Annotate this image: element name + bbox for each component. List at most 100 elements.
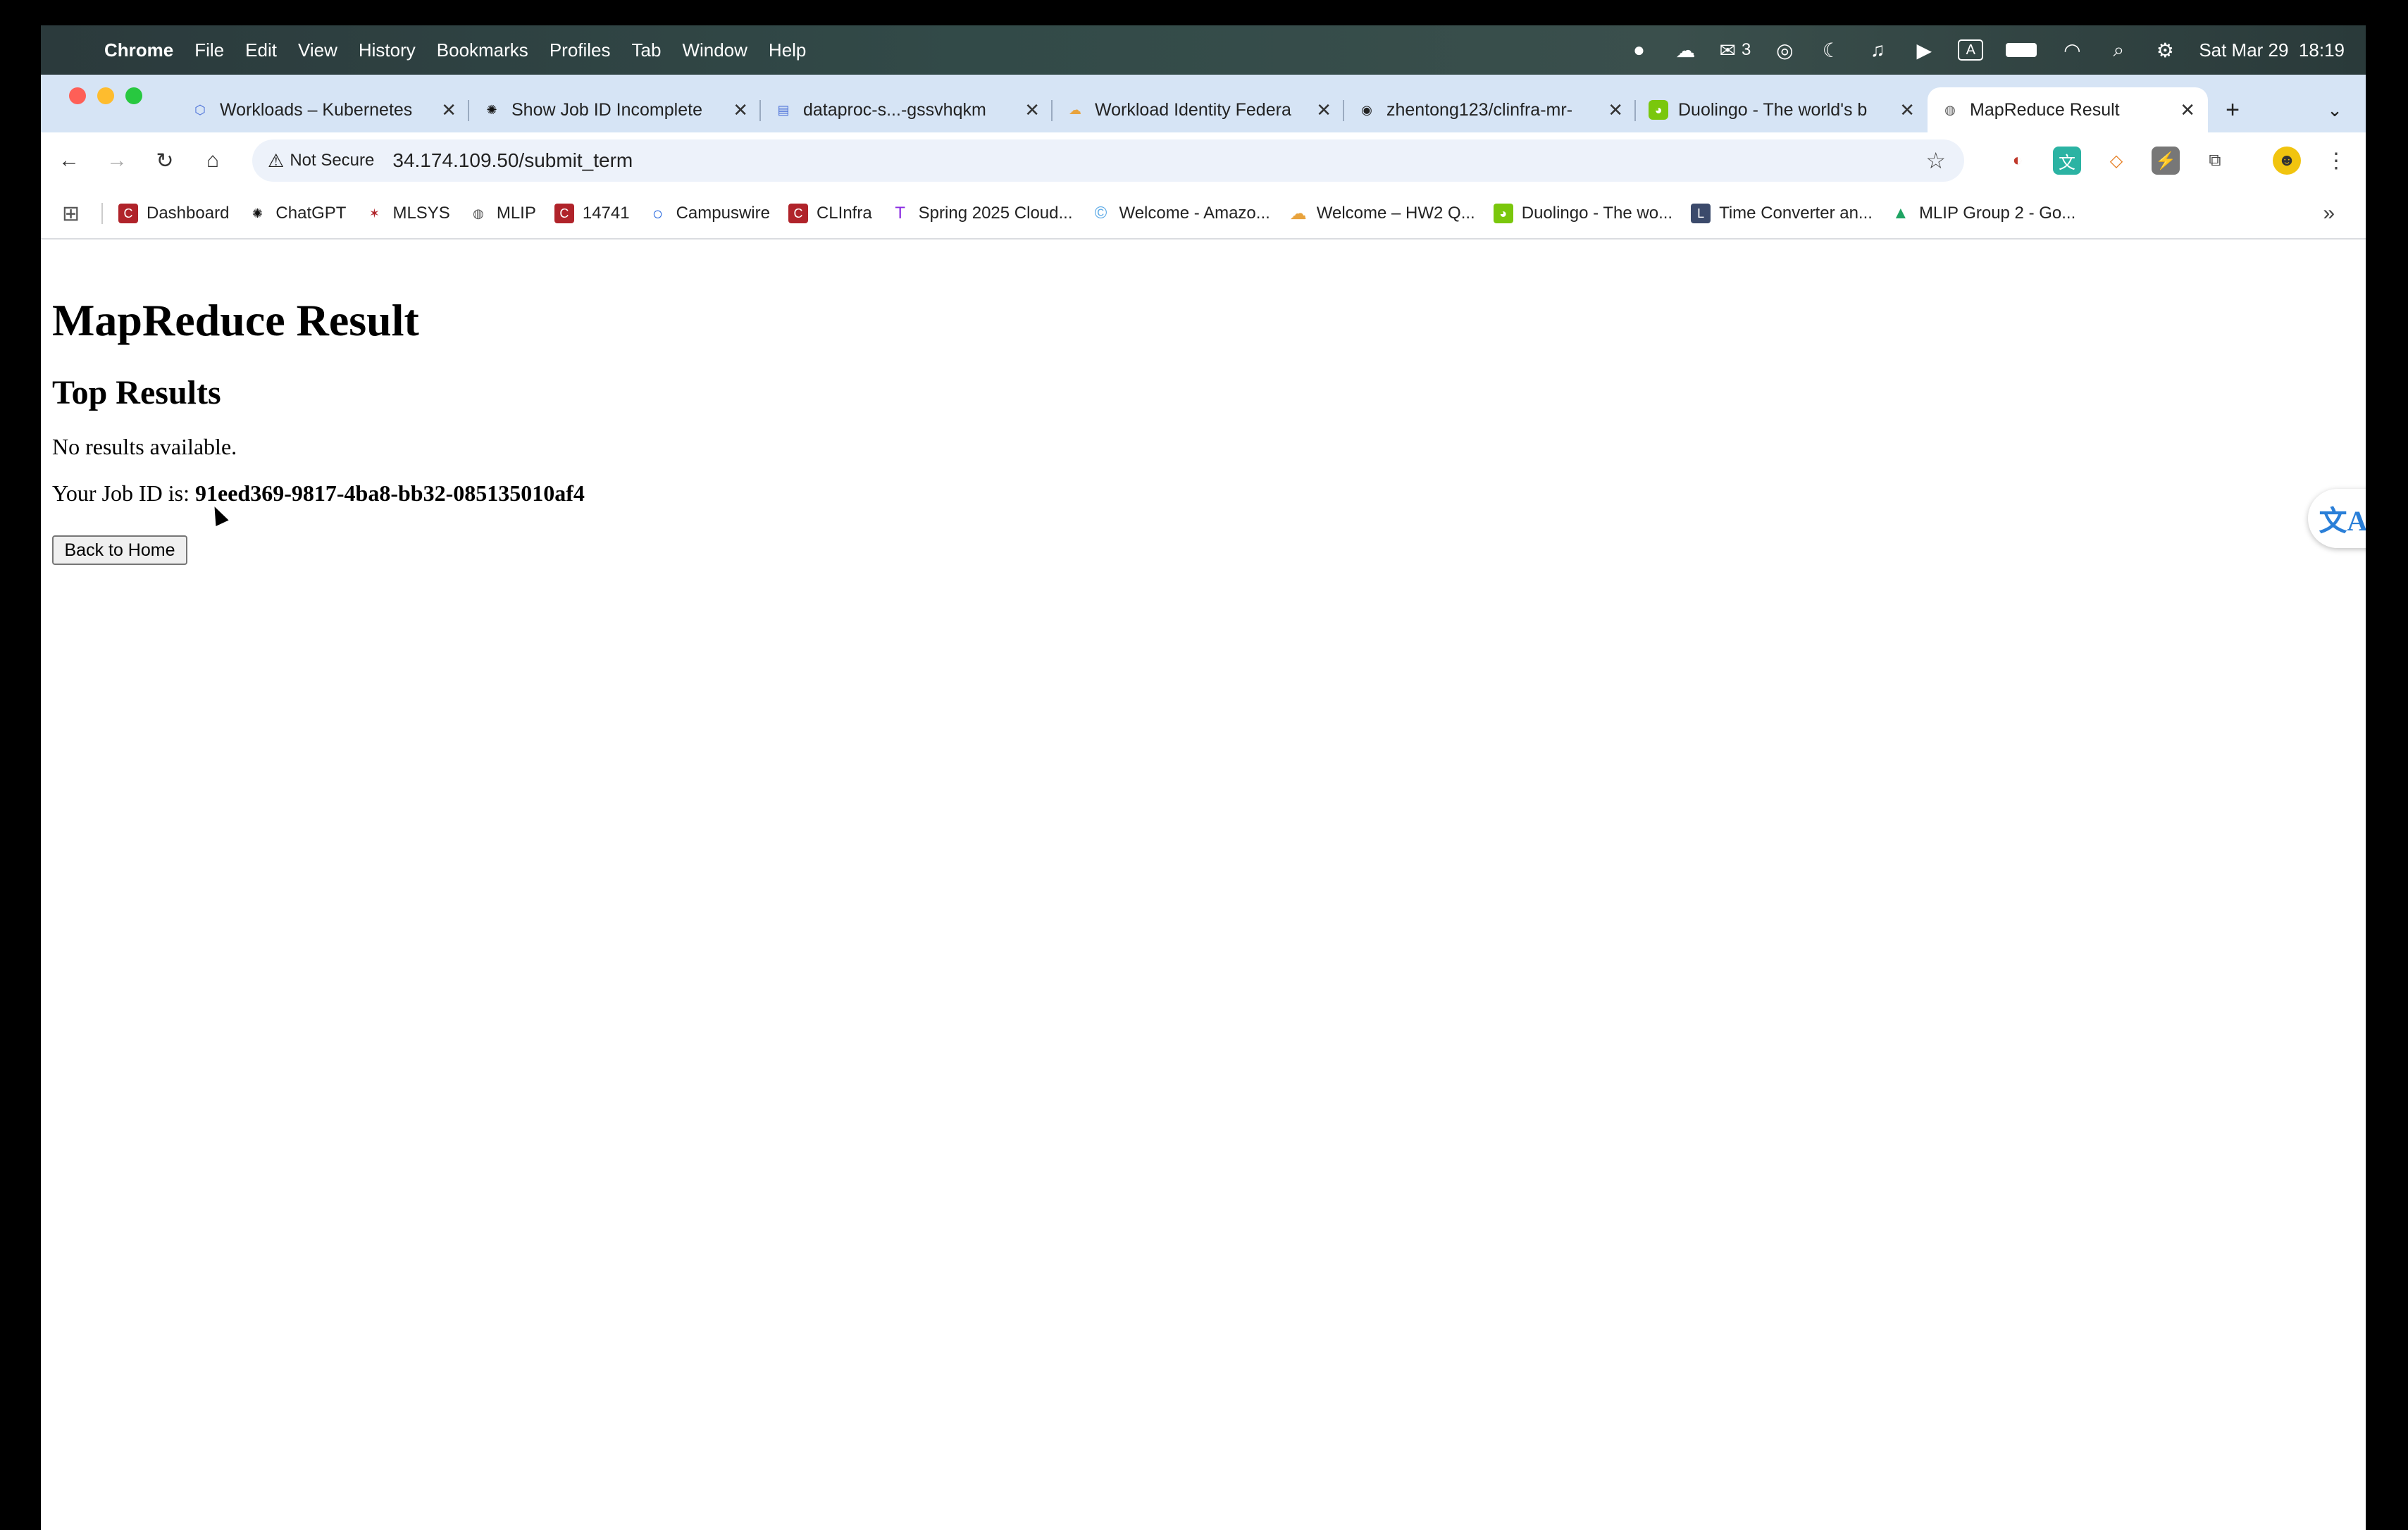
menu-tab[interactable]: Tab [632, 39, 662, 61]
search-icon[interactable]: ⌕ [2106, 37, 2131, 63]
more-options-icon[interactable]: ⋮ [2322, 147, 2350, 175]
bookmark-label: CLInfra [816, 204, 872, 223]
menu-history[interactable]: History [359, 39, 416, 61]
close-window-icon[interactable] [69, 87, 86, 104]
aws-icon: © [1094, 204, 1107, 223]
tab-github[interactable]: ◉ zhentong123/clinfra-mr- ✕ [1344, 87, 1636, 132]
new-tab-button[interactable]: + [2208, 87, 2257, 132]
globe-icon: ◍ [1944, 102, 1956, 117]
menu-file[interactable]: File [194, 39, 224, 61]
tab-title: dataproc-s...-gssvhqkm [803, 99, 986, 120]
wechat-badge: 3 [1741, 40, 1751, 59]
moon-icon[interactable]: ☾ [1818, 37, 1844, 63]
bookmark-campuswire[interactable]: ○ Campuswire [648, 202, 770, 224]
reload-icon[interactable]: ↻ [151, 147, 179, 175]
tab-workloads[interactable]: ⬡ Workloads – Kubernetes ✕ [178, 87, 469, 132]
bookmark-amazon[interactable]: © Welcome - Amazo... [1091, 204, 1270, 223]
duolingo-icon: ◕ [1649, 100, 1668, 120]
bookmark-mlip[interactable]: ◍ MLIP [468, 204, 536, 223]
close-icon[interactable]: ✕ [2180, 99, 2195, 121]
bookmarks-bar: ⊞ C Dashboard ✺ ChatGPT ✶ MLSYS ◍ MLIP C 1474… [41, 189, 2366, 240]
tab-workload-identity[interactable]: ☁ Workload Identity Federa ✕ [1053, 87, 1344, 132]
browser-toolbar: ← → ↻ ⌂ ⚠ Not Secure 34.174.109.50/submi… [41, 132, 2366, 189]
close-icon[interactable]: ✕ [1024, 99, 1040, 121]
bookmark-time-converter[interactable]: L Time Converter an... [1691, 204, 1873, 223]
globe-icon: ◍ [472, 206, 484, 220]
close-icon[interactable]: ✕ [1899, 99, 1915, 121]
bookmark-spring-cloud[interactable]: T Spring 2025 Cloud... [890, 204, 1072, 223]
page-content: MapReduce Result Top Results No results … [41, 240, 2366, 1530]
translate-status-icon[interactable]: ◎ [1772, 37, 1797, 63]
bookmark-label: Welcome – HW2 Q... [1316, 204, 1475, 223]
close-icon[interactable]: ✕ [441, 99, 457, 121]
apps-grid-icon[interactable]: ⊞ [62, 201, 86, 226]
plus-icon: + [2226, 96, 2240, 123]
close-icon[interactable]: ✕ [733, 99, 748, 121]
menu-view[interactable]: View [298, 39, 337, 61]
canvas-icon: C [788, 204, 808, 223]
bookmark-mlsys[interactable]: ✶ MLSYS [364, 204, 450, 223]
bookmarks-divider [101, 203, 103, 224]
menu-window[interactable]: Window [682, 39, 747, 61]
close-icon[interactable]: ✕ [1608, 99, 1623, 121]
star-icon[interactable]: ☆ [1925, 147, 1946, 174]
wechat-icon[interactable]: ✉ 3 [1719, 37, 1751, 63]
back-to-home-button[interactable]: Back to Home [52, 535, 187, 565]
input-source-icon[interactable]: A [1958, 39, 1984, 61]
canvas-icon: C [554, 204, 574, 223]
flag-extension-icon[interactable]: ◐ [2004, 147, 2032, 175]
bookmark-label: 14741 [582, 204, 630, 223]
more-bookmarks-icon[interactable]: » [2323, 201, 2335, 225]
bookmark-hw2[interactable]: ☁ Welcome – HW2 Q... [1289, 204, 1475, 223]
forward-icon[interactable]: → [103, 147, 131, 175]
record-icon[interactable]: ● [1626, 37, 1651, 63]
zoom-window-icon[interactable] [125, 87, 142, 104]
menu-app-name[interactable]: Chrome [104, 39, 173, 61]
dataproc-icon: ▤ [777, 102, 790, 117]
menubar-clock[interactable]: Sat Mar 29 18:19 [2199, 39, 2345, 61]
home-icon[interactable]: ⌂ [199, 147, 227, 175]
tab-show-job-id[interactable]: ✺ Show Job ID Incomplete ✕ [469, 87, 761, 132]
tab-mapreduce-result[interactable]: ◍ MapReduce Result ✕ [1928, 87, 2208, 132]
battery-icon[interactable] [2004, 37, 2038, 63]
extensions-icon[interactable]: ⧉ [2201, 147, 2229, 175]
bookmark-dashboard[interactable]: C Dashboard [118, 204, 229, 223]
profile-avatar[interactable]: ☻ [2273, 147, 2301, 175]
minimize-window-icon[interactable] [97, 87, 114, 104]
tab-strip: ⬡ Workloads – Kubernetes ✕ ✺ Show Job ID… [41, 75, 2366, 132]
bookmark-chatgpt[interactable]: ✺ ChatGPT [247, 204, 347, 223]
tab-dataproc[interactable]: ▤ dataproc-s...-gssvhqkm ✕ [761, 87, 1053, 132]
bookmark-clinfra[interactable]: C CLInfra [788, 204, 872, 223]
back-icon[interactable]: ← [55, 147, 83, 175]
openai-icon: ✺ [252, 206, 263, 220]
url-text[interactable]: 34.174.109.50/submit_term [392, 149, 633, 172]
no-results-text: No results available. [52, 434, 237, 459]
bolt-extension-icon[interactable]: ⚡ [2152, 147, 2180, 175]
translate-icon[interactable]: 文A [2308, 489, 2366, 548]
menu-profiles[interactable]: Profiles [550, 39, 611, 61]
gcloud-icon: ☁ [1069, 102, 1081, 117]
weather-icon[interactable]: ☁ [1672, 37, 1698, 63]
close-icon[interactable]: ✕ [1316, 99, 1332, 121]
campuswire-icon: ○ [652, 202, 664, 224]
menu-edit[interactable]: Edit [245, 39, 277, 61]
wifi-icon[interactable]: ◠ [2059, 37, 2085, 63]
tab-duolingo[interactable]: ◕ Duolingo - The world's b ✕ [1636, 87, 1928, 132]
bookmark-label: Welcome - Amazo... [1119, 204, 1270, 223]
play-icon[interactable]: ▶ [1911, 37, 1937, 63]
tab-search-button[interactable]: ⌄ [2314, 87, 2356, 132]
tab-title: Workload Identity Federa [1095, 99, 1291, 120]
bookmark-14741[interactable]: C 14741 [554, 204, 630, 223]
translate-extension-icon[interactable]: 文 [2053, 147, 2081, 175]
control-center-icon[interactable]: ⚙ [2152, 37, 2178, 63]
address-bar[interactable]: ⚠ Not Secure 34.174.109.50/submit_term ☆ [252, 139, 1964, 182]
section-heading: Top Results [52, 374, 221, 411]
bookmark-mlip-group[interactable]: ▲ MLIP Group 2 - Go... [1891, 204, 2075, 223]
headphones-icon[interactable]: ♫ [1865, 37, 1890, 63]
menu-help[interactable]: Help [769, 39, 806, 61]
diamond-extension-icon[interactable]: ◇ [2102, 147, 2130, 175]
bookmark-label: Dashboard [147, 204, 230, 223]
security-chip[interactable]: ⚠ Not Secure [268, 150, 374, 172]
menu-bookmarks[interactable]: Bookmarks [437, 39, 528, 61]
bookmark-duolingo[interactable]: ◕ Duolingo - The wo... [1493, 204, 1672, 223]
